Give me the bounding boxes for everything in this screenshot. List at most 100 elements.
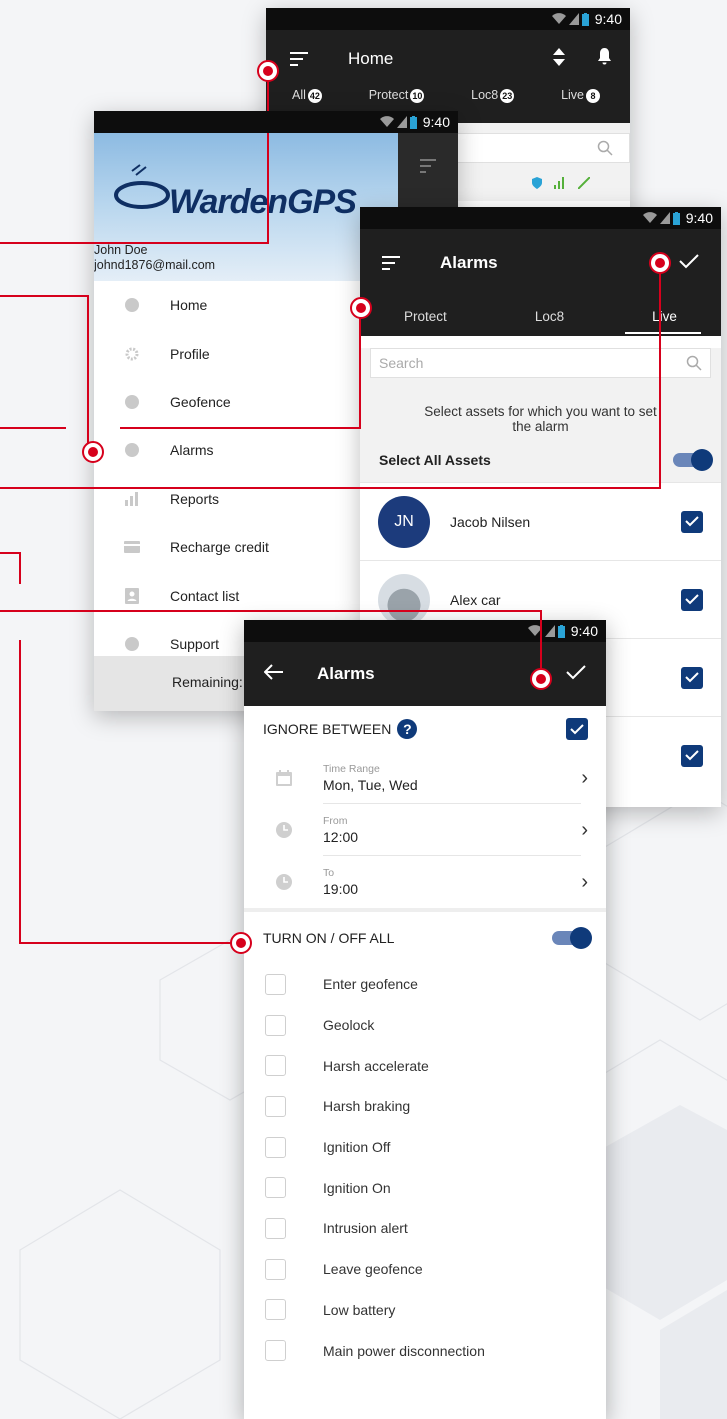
status-bar: 9:40	[360, 207, 721, 229]
list-item[interactable]: Low battery	[244, 1290, 606, 1331]
search-input[interactable]: Search	[370, 348, 711, 378]
support-icon	[94, 636, 170, 651]
search-icon	[597, 140, 613, 156]
search-icon	[686, 355, 702, 371]
asset-name: Alex car	[450, 591, 501, 608]
alarm-checkbox[interactable]	[265, 1340, 286, 1362]
asset-checkbox[interactable]	[681, 744, 703, 767]
list-item[interactable]: Harsh accelerate	[244, 1045, 606, 1086]
alarm-checkbox[interactable]	[265, 1095, 286, 1117]
select-all-toggle[interactable]	[673, 449, 713, 471]
logo-swoosh-icon	[114, 164, 170, 209]
turn-on-off-toggle[interactable]	[552, 927, 592, 949]
back-arrow-icon[interactable]	[263, 663, 284, 685]
alarm-checkbox[interactable]	[265, 1258, 286, 1280]
clock-icon	[244, 874, 323, 890]
page-title: Home	[348, 49, 394, 68]
tab-loc8[interactable]: Loc8 23	[471, 88, 515, 103]
to-row[interactable]: To 19:00 ›	[244, 856, 606, 908]
signal-icons	[551, 12, 589, 26]
status-bar: 9:40	[94, 111, 458, 133]
list-item[interactable]: Ignition On	[244, 1167, 606, 1208]
alarm-tabs: Protect Loc8 Live	[360, 297, 721, 336]
to-value: 19:00	[323, 881, 359, 897]
active-tab-indicator	[625, 332, 701, 334]
bar-chart-icon	[94, 491, 170, 506]
sort-icon[interactable]	[553, 47, 565, 71]
turn-on-off-header: TURN ON / OFF ALL	[244, 912, 606, 964]
page-title: Alarms	[317, 664, 375, 683]
bell-icon[interactable]	[597, 48, 612, 70]
select-all-label: Select All Assets	[379, 452, 491, 468]
alarm-checkbox[interactable]	[265, 1217, 286, 1239]
status-bar: 9:40	[244, 620, 606, 642]
status-time: 9:40	[422, 114, 450, 130]
list-item[interactable]: Enter geofence	[244, 964, 606, 1005]
geofence-icon	[94, 394, 170, 409]
turn-on-off-label: TURN ON / OFF ALL	[263, 930, 395, 946]
list-item[interactable]: Ignition Off	[244, 1127, 606, 1168]
menu-icon[interactable]	[290, 52, 310, 66]
menu-icon[interactable]	[382, 256, 402, 270]
chevron-right-icon: ›	[581, 870, 588, 893]
chevron-right-icon: ›	[581, 766, 588, 789]
chevron-right-icon: ›	[581, 818, 588, 841]
alarm-checkbox[interactable]	[265, 1136, 286, 1158]
confirm-check-icon[interactable]	[566, 664, 586, 685]
calendar-icon	[244, 770, 323, 786]
ignore-between-header: IGNORE BETWEEN?	[244, 706, 606, 752]
list-item[interactable]: Leave geofence	[244, 1249, 606, 1290]
alarm-checkbox[interactable]	[265, 1299, 286, 1321]
alarm-type-list: Enter geofence Geolock Harsh accelerate …	[244, 964, 606, 1371]
user-name: John Doe	[94, 243, 148, 257]
tab-all[interactable]: All 42	[292, 88, 322, 103]
helper-text: Select assets for which you want to set …	[424, 404, 657, 434]
tab-live[interactable]: Live	[652, 309, 677, 324]
tab-protect[interactable]: Protect 10	[369, 88, 425, 103]
avatar: JN	[378, 495, 430, 548]
asset-checkbox[interactable]	[681, 510, 703, 533]
status-time: 9:40	[685, 210, 713, 226]
callout-marker-save	[530, 668, 552, 690]
alarm-checkbox[interactable]	[265, 1177, 286, 1199]
alarm-checkbox[interactable]	[265, 973, 286, 995]
app-logo: WardenGPS	[169, 183, 357, 221]
ignore-between-checkbox[interactable]	[566, 718, 588, 740]
page-title: Alarms	[440, 253, 498, 272]
status-time: 9:40	[594, 11, 622, 27]
alarm-checkbox[interactable]	[265, 1014, 286, 1036]
help-icon[interactable]: ?	[397, 719, 418, 739]
asset-name: Jacob Nilsen	[450, 513, 531, 530]
status-time: 9:40	[570, 623, 598, 639]
callout-marker-tabs	[350, 297, 372, 319]
contact-icon	[94, 587, 170, 604]
list-item[interactable]: Harsh braking	[244, 1086, 606, 1127]
list-item[interactable]: Main power disconnection	[244, 1330, 606, 1371]
tab-live[interactable]: Live 8	[561, 88, 600, 103]
confirm-check-icon[interactable]	[679, 253, 699, 274]
list-item[interactable]: JN Jacob Nilsen	[360, 482, 721, 560]
ignore-between-label: IGNORE BETWEEN	[263, 721, 392, 737]
home-icon	[94, 298, 170, 313]
list-item[interactable]: Geolock	[244, 1005, 606, 1046]
signal-icons	[642, 211, 680, 225]
signal-icons	[379, 115, 417, 129]
callout-marker-toggle	[230, 932, 252, 954]
time-range-row[interactable]: Time Range Mon, Tue, Wed ›	[244, 752, 606, 804]
asset-checkbox[interactable]	[681, 588, 703, 611]
callout-marker-alarms	[82, 441, 104, 463]
tab-loc8[interactable]: Loc8	[535, 309, 564, 324]
from-row[interactable]: From 12:00 ›	[244, 804, 606, 856]
avatar	[378, 573, 430, 626]
alarm-icon	[94, 443, 170, 458]
from-value: 12:00	[323, 828, 359, 845]
user-email: johnd1876@mail.com	[94, 258, 216, 272]
signal-icons	[527, 624, 565, 638]
list-item[interactable]: Intrusion alert	[244, 1208, 606, 1249]
asset-checkbox[interactable]	[681, 666, 703, 689]
callout-marker-confirm	[649, 252, 671, 274]
alarm-checkbox[interactable]	[265, 1055, 286, 1077]
time-range-value: Mon, Tue, Wed	[323, 776, 418, 793]
callout-marker-menu	[257, 60, 279, 82]
tab-protect[interactable]: Protect	[404, 309, 447, 324]
